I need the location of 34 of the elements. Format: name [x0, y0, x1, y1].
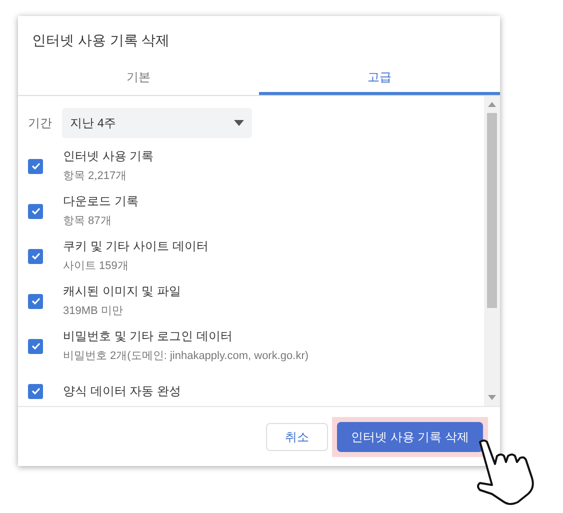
checkbox[interactable]: [28, 338, 43, 354]
item-detail: 319MB 미만: [63, 304, 124, 320]
scrollbar[interactable]: [484, 96, 500, 406]
checkbox[interactable]: [28, 384, 43, 398]
dropdown-caret-icon: [234, 120, 244, 126]
checkbox[interactable]: [28, 204, 43, 218]
period-dropdown[interactable]: 지난 4주: [62, 108, 252, 138]
item-detail: 사이트 159개: [63, 259, 130, 274]
tab[interactable]: 고급: [259, 61, 500, 95]
item-title: 비밀번호 및 기타 로그인 데이터: [63, 328, 234, 346]
item-title: 캐시된 이미지 및 파일: [63, 283, 182, 300]
checkbox[interactable]: [28, 294, 43, 308]
item-detail: 비밀번호 2개(도메인: jinhakapply.com, work.go.kr): [63, 349, 309, 364]
delete-button[interactable]: 인터넷 사용 기록 삭제: [336, 422, 483, 452]
dialog-title: 인터넷 사용 기록 삭제: [31, 31, 171, 50]
check-icon: [30, 161, 40, 171]
item-detail: 항목 87개: [63, 214, 112, 230]
check-icon: [30, 206, 40, 216]
check-icon: [30, 251, 40, 261]
cancel-button[interactable]: 취소: [266, 422, 328, 450]
item-title: 쿠키 및 기타 사이트 데이터: [63, 238, 208, 256]
scroll-down-icon[interactable]: [488, 395, 496, 400]
check-icon: [30, 386, 40, 396]
check-icon: [30, 296, 40, 306]
item-title: 인터넷 사용 기록: [63, 148, 154, 166]
period-label: 기간: [28, 115, 52, 132]
checkbox[interactable]: [28, 158, 43, 174]
scroll-up-icon[interactable]: [488, 102, 496, 107]
item-detail: 항목 2,217개: [63, 169, 128, 184]
tab[interactable]: 기본: [18, 61, 259, 95]
item-title: 양식 데이터 자동 완성: [63, 383, 182, 400]
item-title: 다운로드 기록: [63, 193, 138, 210]
checkbox[interactable]: [28, 248, 43, 264]
check-icon: [30, 341, 40, 351]
